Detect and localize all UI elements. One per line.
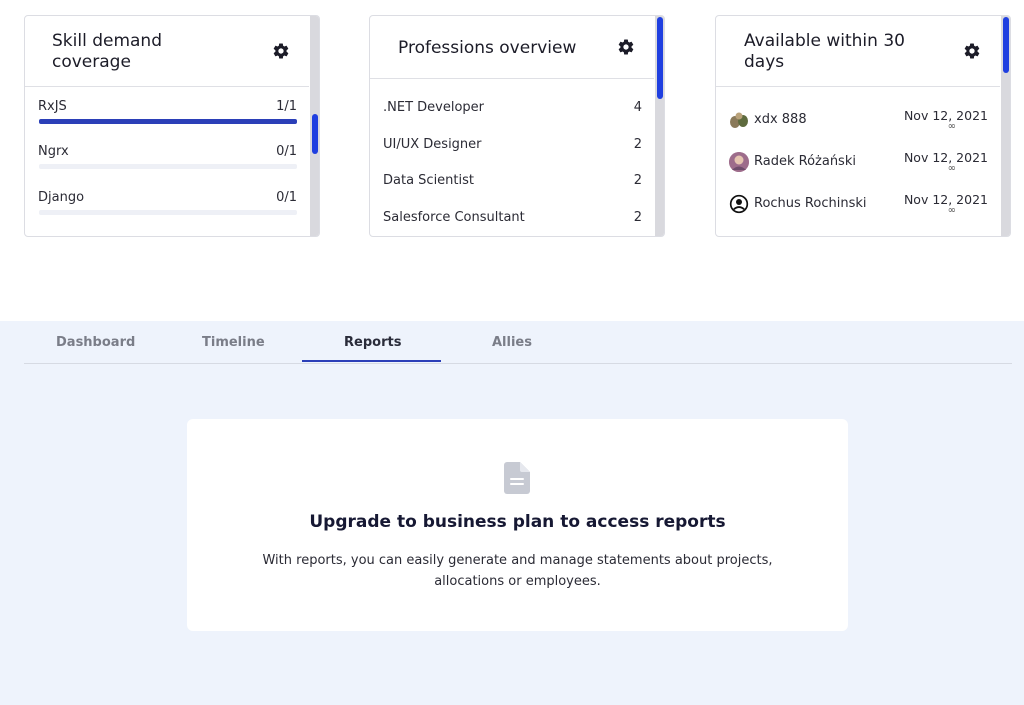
tab-dashboard[interactable]: Dashboard bbox=[56, 335, 135, 350]
card-header: Available within 30 days bbox=[716, 16, 1000, 87]
upgrade-description: With reports, you can easily generate an… bbox=[262, 553, 773, 589]
skill-count: 0/1 bbox=[276, 144, 297, 159]
card-title-line: coverage bbox=[52, 52, 131, 72]
card-title-line: days bbox=[744, 52, 785, 72]
coverage-bar bbox=[39, 164, 297, 169]
reports-section: Dashboard Timeline Reports Allies Upgrad… bbox=[0, 321, 1024, 705]
card-header: Professions overview bbox=[370, 16, 654, 79]
end-date: ∞ bbox=[947, 121, 956, 132]
skill-demand-card: Skill demand coverage RxJS 1/1 Ngrx 0/1 … bbox=[24, 15, 320, 237]
available-date: Nov 12, 2021 bbox=[903, 192, 988, 207]
card-title: Available within 30 days bbox=[744, 31, 905, 73]
available-date: Nov 12, 2021 bbox=[903, 150, 988, 165]
user-placeholder-icon bbox=[729, 194, 749, 214]
person-name: Rochus Rochinski bbox=[754, 196, 867, 211]
list-item[interactable]: Salesforce Consultant 2 bbox=[370, 210, 654, 236]
list-item[interactable]: RxJS 1/1 bbox=[25, 99, 309, 129]
available-card: Available within 30 days xdx 888 Nov 12,… bbox=[715, 15, 1011, 237]
scrollbar[interactable] bbox=[310, 16, 319, 236]
person-name: xdx 888 bbox=[754, 112, 807, 127]
tab-timeline[interactable]: Timeline bbox=[202, 335, 265, 350]
skill-count: 1/1 bbox=[276, 99, 297, 114]
profession-label: .NET Developer bbox=[383, 100, 485, 115]
coverage-bar bbox=[39, 210, 297, 215]
end-date: ∞ bbox=[947, 163, 956, 174]
card-title-line: Skill demand bbox=[52, 31, 163, 51]
upgrade-panel: Upgrade to business plan to access repor… bbox=[187, 419, 848, 631]
skill-label: Ngrx bbox=[38, 144, 69, 159]
tab-allies[interactable]: Allies bbox=[492, 335, 532, 350]
scrollbar[interactable] bbox=[1001, 16, 1010, 236]
scrollbar-thumb[interactable] bbox=[1003, 17, 1009, 73]
professions-overview-card: Professions overview .NET Developer 4 UI… bbox=[369, 15, 665, 237]
list-item[interactable]: Data Scientist 2 bbox=[370, 173, 654, 203]
person-name: Radek Różański bbox=[754, 154, 856, 169]
list-item[interactable]: Ngrx 0/1 bbox=[25, 144, 309, 174]
avatar bbox=[729, 110, 749, 130]
scrollbar-thumb[interactable] bbox=[657, 17, 663, 99]
list-item[interactable]: xdx 888 Nov 12, 2021 ∞ bbox=[729, 108, 988, 136]
profession-count: 2 bbox=[633, 137, 642, 152]
scrollbar-thumb[interactable] bbox=[312, 114, 318, 154]
gear-icon[interactable] bbox=[272, 42, 290, 60]
list-item[interactable]: Django 0/1 bbox=[25, 190, 309, 220]
tab-reports[interactable]: Reports bbox=[344, 335, 401, 350]
profession-count: 4 bbox=[633, 100, 642, 115]
profession-count: 2 bbox=[633, 210, 642, 225]
list-item[interactable]: .NET Developer 4 bbox=[370, 100, 654, 130]
scrollbar[interactable] bbox=[655, 16, 664, 236]
widgets-area: Skill demand coverage RxJS 1/1 Ngrx 0/1 … bbox=[0, 0, 1024, 321]
profession-label: Salesforce Consultant bbox=[383, 210, 525, 225]
avatar bbox=[729, 152, 749, 172]
coverage-bar-fill bbox=[39, 119, 297, 124]
skill-label: Django bbox=[38, 190, 85, 205]
document-icon bbox=[504, 462, 530, 498]
coverage-bar bbox=[39, 119, 297, 124]
gear-icon[interactable] bbox=[963, 42, 981, 60]
list-item[interactable]: UI/UX Designer 2 bbox=[370, 137, 654, 167]
card-title: Skill demand coverage bbox=[52, 31, 162, 73]
card-header: Skill demand coverage bbox=[25, 16, 309, 87]
card-title-line: Available within 30 bbox=[744, 31, 905, 51]
tab-bar: Dashboard Timeline Reports Allies bbox=[24, 321, 1012, 364]
available-date: Nov 12, 2021 bbox=[903, 108, 988, 123]
card-title: Professions overview bbox=[398, 38, 577, 58]
active-tab-indicator bbox=[302, 360, 441, 362]
gear-icon[interactable] bbox=[617, 38, 635, 56]
skill-count: 0/1 bbox=[276, 190, 297, 205]
end-date: ∞ bbox=[947, 205, 956, 216]
list-item[interactable]: Rochus Rochinski Nov 12, 2021 ∞ bbox=[729, 192, 988, 220]
professions-list: .NET Developer 4 UI/UX Designer 2 Data S… bbox=[370, 100, 654, 236]
skill-list: RxJS 1/1 Ngrx 0/1 Django 0/1 bbox=[25, 94, 309, 236]
profession-label: Data Scientist bbox=[383, 173, 474, 188]
upgrade-title: Upgrade to business plan to access repor… bbox=[309, 512, 726, 532]
profession-label: UI/UX Designer bbox=[383, 137, 482, 152]
available-list: xdx 888 Nov 12, 2021 ∞ Radek Różański No… bbox=[716, 104, 1000, 236]
skill-label: RxJS bbox=[38, 99, 67, 114]
profession-count: 2 bbox=[633, 173, 642, 188]
list-item[interactable]: Radek Różański Nov 12, 2021 ∞ bbox=[729, 150, 988, 178]
